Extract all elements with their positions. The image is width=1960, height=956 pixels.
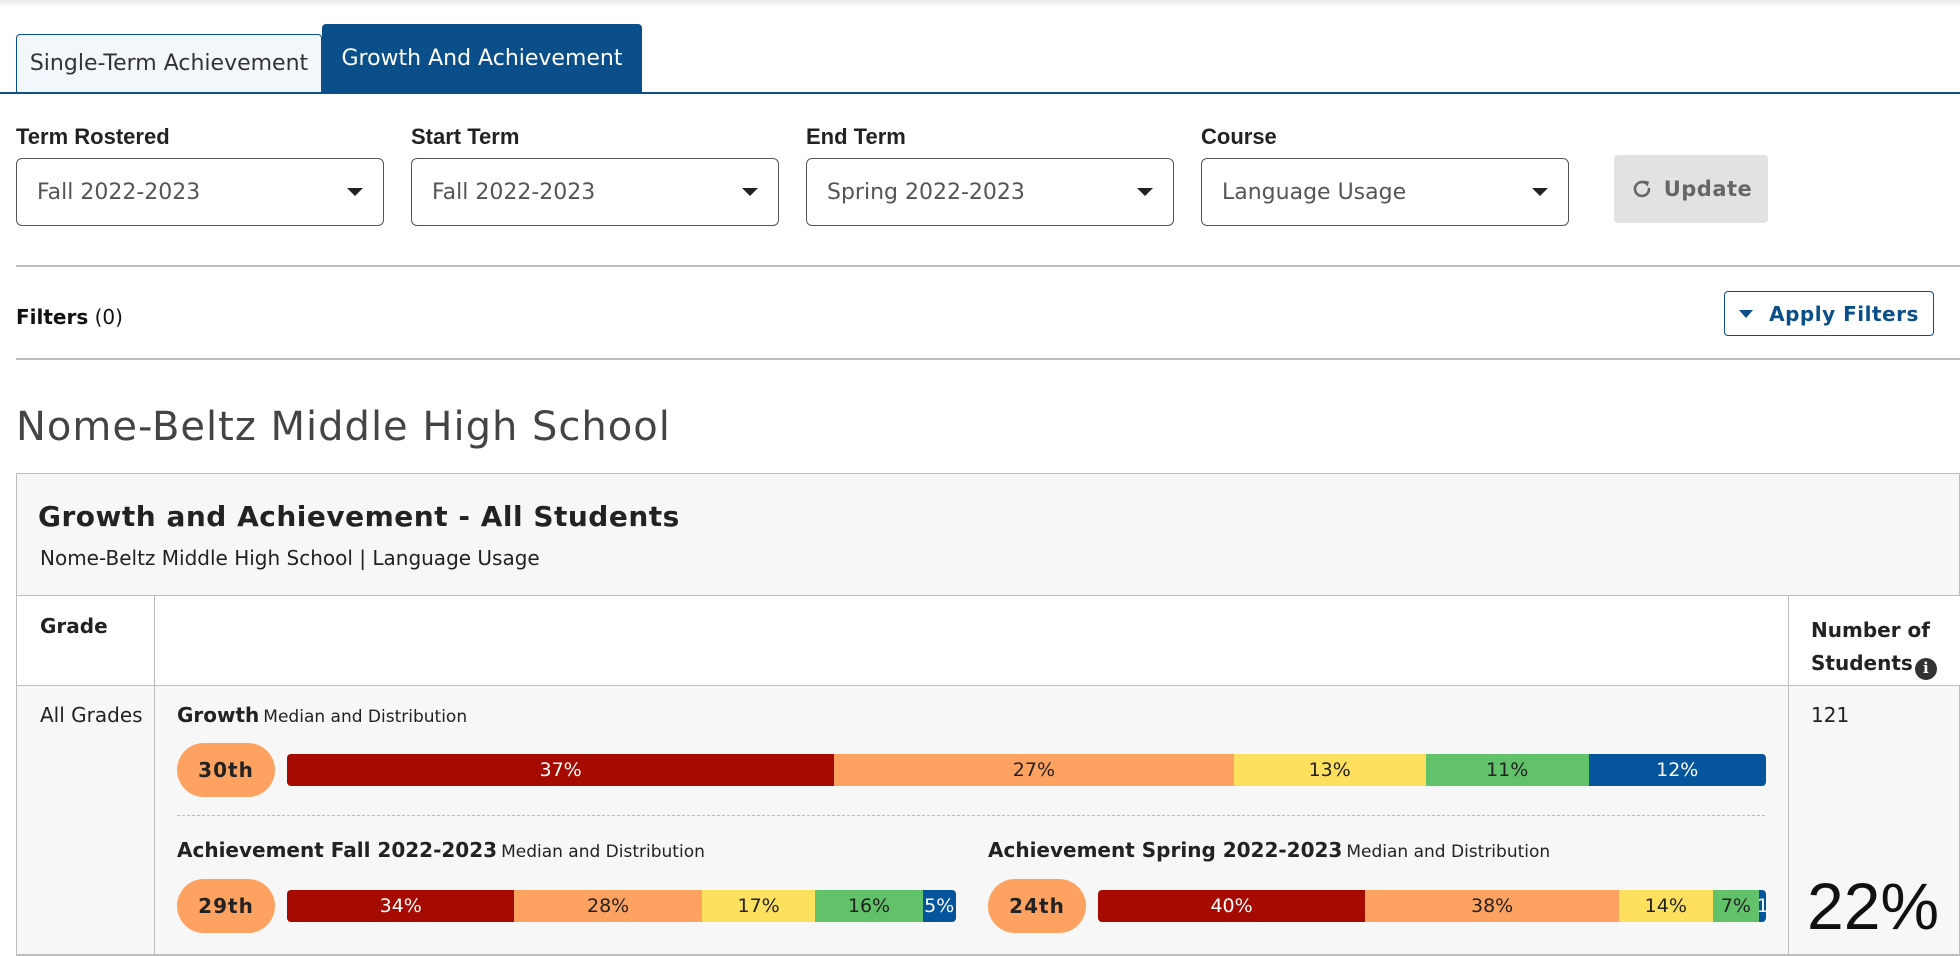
end-term-label: End Term	[806, 124, 906, 149]
term-rostered-label: Term Rostered	[16, 124, 170, 149]
distribution-segment: 38%	[1365, 890, 1620, 922]
distribution-segment: 7%	[1712, 890, 1760, 922]
column-divider	[1788, 595, 1789, 956]
chevron-down-icon	[1532, 188, 1548, 196]
achievement-fall-median-badge: 29th	[177, 879, 275, 933]
grade-cell: All Grades	[40, 703, 143, 727]
distribution-segment: 13%	[1233, 754, 1426, 786]
table-border	[17, 685, 1960, 686]
info-icon[interactable]: i	[1914, 657, 1937, 680]
start-term-field: Start Term Fall 2022-2023	[411, 124, 779, 226]
growth-title: Growth	[177, 703, 260, 727]
refresh-icon	[1633, 180, 1651, 198]
distribution-segment: 12%	[1588, 754, 1766, 786]
column-divider	[154, 595, 155, 956]
course-label: Course	[1201, 124, 1277, 149]
achievement-fall-title: Achievement Fall 2022-2023	[177, 838, 498, 862]
chevron-down-icon	[742, 188, 758, 196]
table-header	[17, 596, 1960, 685]
apply-filters-button[interactable]: Apply Filters	[1724, 291, 1934, 336]
divider	[16, 265, 1960, 267]
end-term-select[interactable]: Spring 2022-2023	[806, 158, 1174, 226]
column-header-number-of-students: Number of Students i	[1811, 614, 1951, 680]
achievement-fall-sublabel: Median and Distribution	[501, 842, 705, 862]
growth-sublabel: Median and Distribution	[263, 707, 468, 727]
achievement-spring-sublabel: Median and Distribution	[1346, 842, 1551, 862]
distribution-segment: 16%	[815, 890, 923, 922]
achievement-fall-label: Achievement Fall 2022-2023 Median and Dis…	[177, 838, 705, 862]
start-term-value: Fall 2022-2023	[432, 179, 596, 205]
term-rostered-value: Fall 2022-2023	[37, 179, 201, 205]
filters-count: (0)	[94, 305, 123, 329]
start-term-select[interactable]: Fall 2022-2023	[411, 158, 779, 226]
filters-summary: Filters (0)	[16, 305, 123, 329]
term-rostered-field: Term Rostered Fall 2022-2023	[16, 124, 384, 226]
report-tabs: Single-Term Achievement Growth And Achie…	[0, 24, 1960, 94]
achievement-fall-distribution-bar: 34% 28% 17% 16% 5%	[287, 890, 956, 922]
table-border	[17, 595, 1960, 596]
filters-label: Filters	[16, 305, 89, 329]
tab-growth-and-achievement[interactable]: Growth And Achievement	[322, 24, 642, 93]
update-button[interactable]: Update	[1614, 155, 1768, 223]
distribution-segment: 17%	[701, 890, 816, 922]
growth-achievement-card: Growth and Achievement - All Students No…	[16, 473, 1960, 956]
achievement-spring-label: Achievement Spring 2022-2023 Median and D…	[988, 838, 1550, 862]
growth-label: Growth Median and Distribution	[177, 703, 467, 727]
card-subtitle: Nome-Beltz Middle High School | Language…	[40, 546, 540, 570]
overall-percent: 22%	[1807, 869, 1940, 943]
number-of-students-cell: 121	[1811, 703, 1850, 727]
end-term-field: End Term Spring 2022-2023	[806, 124, 1174, 226]
growth-distribution-bar: 37% 27% 13% 11% 12%	[287, 754, 1766, 786]
distribution-segment: 27%	[834, 754, 1234, 786]
course-select[interactable]: Language Usage	[1201, 158, 1569, 226]
apply-filters-label: Apply Filters	[1769, 301, 1919, 326]
achievement-spring-distribution-bar: 40% 38% 14% 7% 1	[1098, 890, 1766, 922]
column-header-label: Number of Students	[1811, 618, 1930, 675]
start-term-label: Start Term	[411, 124, 520, 149]
term-rostered-select[interactable]: Fall 2022-2023	[16, 158, 384, 226]
divider	[16, 358, 1960, 360]
distribution-segment: 40%	[1098, 890, 1366, 922]
end-term-value: Spring 2022-2023	[827, 179, 1025, 205]
chevron-down-icon	[347, 188, 363, 196]
column-header-grade: Grade	[40, 614, 108, 638]
growth-median-badge: 30th	[177, 743, 275, 797]
card-title: Growth and Achievement - All Students	[38, 500, 680, 533]
table-border	[17, 954, 1960, 955]
distribution-segment: 11%	[1425, 754, 1589, 786]
distribution-segment: 28%	[514, 890, 702, 922]
distribution-segment: 5%	[922, 890, 956, 922]
top-shadow	[0, 0, 1960, 8]
section-divider	[177, 815, 1765, 816]
chevron-down-icon	[1137, 188, 1153, 196]
distribution-segment: 14%	[1619, 890, 1713, 922]
update-label: Update	[1663, 177, 1753, 201]
achievement-spring-title: Achievement Spring 2022-2023	[988, 838, 1343, 862]
course-value: Language Usage	[1222, 179, 1407, 205]
tab-single-term-achievement[interactable]: Single-Term Achievement	[16, 34, 322, 92]
page-title: Nome-Beltz Middle High School	[16, 404, 671, 450]
caret-down-icon	[1739, 309, 1754, 318]
distribution-segment: 34%	[287, 890, 515, 922]
achievement-spring-median-badge: 24th	[988, 879, 1086, 933]
distribution-segment: 1	[1759, 890, 1766, 922]
distribution-segment: 37%	[287, 754, 835, 786]
course-field: Course Language Usage	[1201, 124, 1569, 226]
